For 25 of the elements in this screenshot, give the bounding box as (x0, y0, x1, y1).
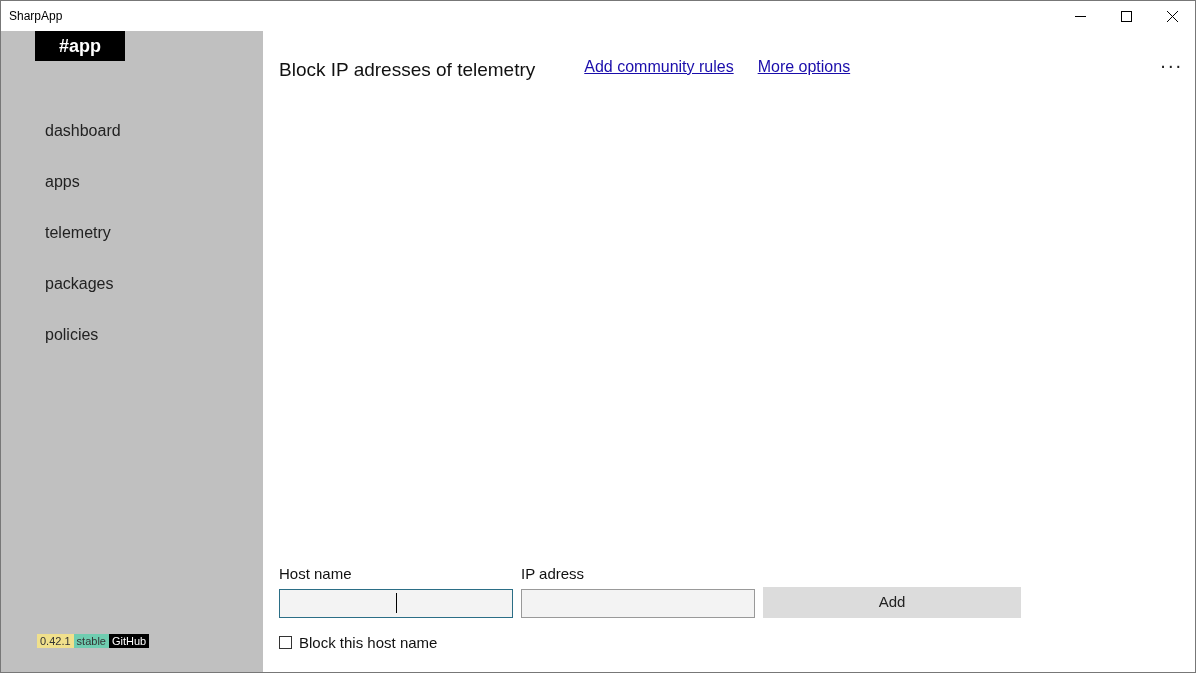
add-button[interactable]: Add (763, 586, 1021, 618)
checkbox-label: Block this host name (299, 632, 438, 653)
page-title: Block IP adresses of telemetry (279, 58, 536, 82)
input-field[interactable] (521, 588, 755, 618)
maximize-icon (1120, 10, 1132, 22)
sidebar-item[interactable]: packages (45, 272, 263, 295)
field-label: IP adress (521, 564, 586, 584)
version-badge: 0.42.1 (37, 634, 74, 648)
link[interactable]: Add community rules (584, 55, 734, 79)
sidebar-item[interactable]: policies (45, 323, 263, 346)
more-button[interactable]: ... (1160, 55, 1183, 67)
sidebar-item[interactable]: telemetry (45, 221, 263, 244)
version-badge[interactable]: GitHub (108, 634, 150, 648)
minimize-icon (1074, 15, 1086, 17)
checkbox[interactable] (279, 636, 292, 650)
link[interactable]: More options (757, 55, 851, 79)
app-logo: #app (35, 31, 125, 61)
close-icon (1166, 10, 1178, 22)
sidebar-item[interactable]: dashboard (45, 119, 263, 142)
field-label: Host name (279, 564, 353, 584)
version-badge: stable (73, 634, 109, 648)
window-title: SharpApp (9, 8, 63, 25)
input-field[interactable] (279, 588, 513, 618)
text-cursor (396, 593, 397, 613)
sidebar-item[interactable]: apps (45, 170, 263, 193)
